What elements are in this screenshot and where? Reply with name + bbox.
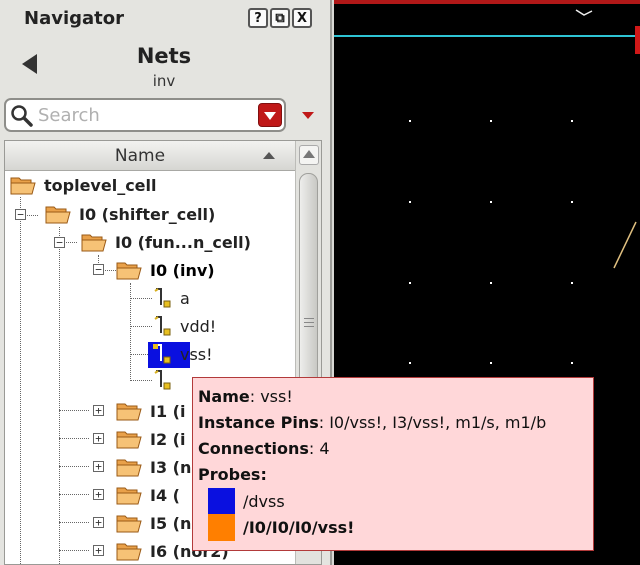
tree-item-label: I0 (fun...n_cell) — [115, 232, 251, 252]
folder-open-icon — [81, 234, 107, 252]
tree-item[interactable]: I0 (fun...n_cell) — [81, 230, 251, 254]
view-title: Nets — [136, 44, 192, 68]
search-filter-button[interactable] — [258, 103, 282, 127]
net-icon — [154, 316, 171, 336]
tree-item-label: I4 ( — [150, 485, 180, 505]
search-icon — [11, 105, 33, 127]
tree-expander[interactable]: + — [93, 545, 104, 556]
net-label: vdd! — [180, 316, 217, 336]
tooltip-probes-label: Probes: — [198, 465, 267, 484]
tree-expander[interactable]: − — [93, 264, 104, 275]
tree-item[interactable]: I3 (n — [116, 455, 191, 479]
tree-item[interactable]: I0 (shifter_cell) — [45, 202, 215, 226]
probe-color-swatch — [208, 487, 235, 515]
net-label: vss! — [180, 344, 213, 364]
tree-item-label: I0 (shifter_cell) — [79, 204, 216, 224]
net-item[interactable]: a — [152, 286, 190, 310]
folder-open-icon — [116, 403, 142, 421]
tree-item-label: toplevel_cell — [44, 175, 157, 195]
sort-ascending-icon — [263, 152, 275, 159]
tree-item-label: I1 (i — [150, 401, 186, 421]
tree-item-label: I3 (n — [150, 457, 192, 477]
folder-open-icon — [45, 206, 71, 224]
tree-expander[interactable]: + — [93, 433, 104, 444]
net-item-selected[interactable]: vss! — [152, 342, 213, 366]
search-input[interactable] — [38, 105, 258, 125]
search-dropdown-arrow-icon[interactable] — [302, 112, 314, 119]
tree-item[interactable]: I4 ( — [116, 483, 180, 507]
net-icon — [154, 370, 171, 390]
tree-expander[interactable]: + — [93, 517, 104, 528]
tree-expander[interactable]: + — [93, 461, 104, 472]
tree-item-label: I0 (inv) — [150, 260, 215, 280]
net-label: a — [180, 288, 190, 308]
folder-open-icon — [116, 515, 142, 533]
column-header-name[interactable]: Name — [5, 141, 295, 171]
search-box — [4, 98, 286, 132]
net-item[interactable]: vdd! — [152, 314, 216, 338]
tree-item[interactable]: I0 (inv) — [116, 258, 215, 282]
tree-item[interactable]: I2 (i — [116, 427, 185, 451]
tree-expander[interactable]: − — [15, 209, 26, 220]
float-button[interactable]: ⧉ — [270, 8, 290, 28]
folder-open-icon — [116, 262, 142, 280]
tree-item[interactable]: I1 (i — [116, 399, 185, 423]
net-icon — [154, 288, 171, 308]
title-buttons: ? ⧉ X — [248, 8, 312, 28]
tree-expander[interactable]: + — [93, 405, 104, 416]
probe-label: /I0/I0/I0/vss! — [243, 517, 355, 537]
grid-dots — [409, 120, 573, 364]
navigator-title: Navigator — [24, 8, 124, 29]
tree-item-label: I2 (i — [150, 429, 186, 449]
probe-label: /dvss — [243, 491, 285, 511]
close-button[interactable]: X — [292, 8, 312, 28]
folder-open-icon — [10, 177, 36, 195]
view-subtitle: inv — [152, 72, 176, 90]
folder-open-icon — [116, 431, 142, 449]
probe-item: /dvss — [208, 487, 593, 515]
tree-item[interactable]: toplevel_cell — [10, 173, 157, 197]
tooltip-connections: Connections: 4 — [198, 439, 330, 458]
net-info-tooltip: Name: vss! Instance Pins: I0/vss!, I3/vs… — [192, 377, 594, 551]
tree-item-label: I5 (n — [150, 513, 192, 533]
probe-item: /I0/I0/I0/vss! — [208, 513, 593, 541]
tooltip-instance-pins: Instance Pins: I0/vss!, I3/vss!, m1/s, m… — [198, 413, 547, 432]
scroll-up-button[interactable] — [299, 145, 319, 165]
probe-color-swatch — [208, 513, 235, 541]
net-icon — [153, 344, 171, 364]
folder-open-icon — [116, 543, 142, 561]
tree-expander[interactable]: − — [54, 237, 65, 248]
column-header-label: Name — [114, 146, 166, 166]
tree-item[interactable]: I5 (n — [116, 511, 191, 535]
tooltip-name: Name: vss! — [198, 387, 293, 406]
folder-open-icon — [116, 459, 142, 477]
help-button[interactable]: ? — [248, 8, 268, 28]
tree-expander[interactable]: + — [93, 489, 104, 500]
back-arrow-icon[interactable] — [22, 54, 37, 74]
folder-open-icon — [116, 487, 142, 505]
